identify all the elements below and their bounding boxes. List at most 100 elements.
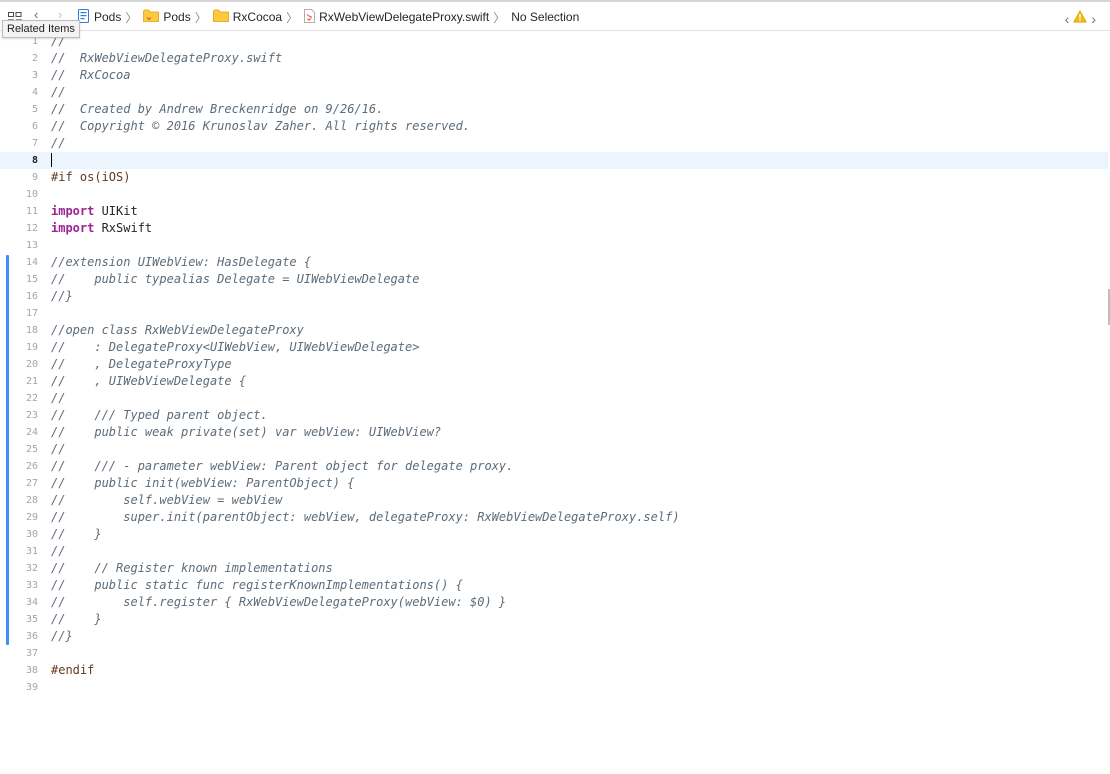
- code-text: // self.register { RxWebViewDelegateProx…: [51, 594, 506, 611]
- code-text: //: [51, 84, 65, 101]
- code-line[interactable]: 7 //: [0, 135, 1108, 152]
- breadcrumb-label: RxWebViewDelegateProxy.swift: [319, 10, 490, 24]
- code-token-comment: // RxCocoa: [51, 68, 131, 82]
- code-line[interactable]: 26 // /// - parameter webView: Parent obj…: [0, 458, 1108, 475]
- code-token-directive: #if os(iOS): [51, 170, 131, 184]
- code-text: // , UIWebViewDelegate {: [51, 373, 246, 390]
- code-line[interactable]: 38 #endif: [0, 662, 1108, 679]
- line-number: 24: [25, 427, 38, 438]
- line-number: 37: [25, 648, 38, 659]
- code-text: //: [51, 390, 65, 407]
- line-number: 19: [25, 342, 38, 353]
- code-token-comment: // : DelegateProxy<UIWebView, UIWebViewD…: [51, 340, 420, 354]
- code-line[interactable]: 11 import UIKit: [0, 203, 1108, 220]
- code-line[interactable]: 13: [0, 237, 1108, 254]
- code-line[interactable]: 32 // // Register known implementations: [0, 560, 1108, 577]
- next-issue-chevron-icon[interactable]: ›: [1091, 12, 1096, 26]
- code-line[interactable]: 18 //open class RxWebViewDelegateProxy: [0, 322, 1108, 339]
- code-line[interactable]: 21 // , UIWebViewDelegate {: [0, 373, 1108, 390]
- code-line[interactable]: 19 // : DelegateProxy<UIWebView, UIWebVie…: [0, 339, 1108, 356]
- code-text: // : DelegateProxy<UIWebView, UIWebViewD…: [51, 339, 419, 356]
- issue-navigation: ‹ ›: [1065, 10, 1096, 28]
- code-line[interactable]: 23 // /// Typed parent object.: [0, 407, 1108, 424]
- code-token-comment: // public static func registerKnownImple…: [51, 578, 463, 592]
- related-items-tooltip: Related Items: [2, 20, 80, 38]
- line-number: 2: [31, 53, 38, 64]
- code-text: // super.init(parentObject: webView, del…: [51, 509, 680, 526]
- code-line[interactable]: 16 //}: [0, 288, 1108, 305]
- line-number: 9: [31, 172, 38, 183]
- text-cursor: [51, 153, 52, 167]
- breadcrumb-no-selection[interactable]: No Selection: [511, 10, 579, 24]
- code-line[interactable]: 4 //: [0, 84, 1108, 101]
- code-line[interactable]: 30 // }: [0, 526, 1108, 543]
- code-line[interactable]: 24 // public weak private(set) var webVie…: [0, 424, 1108, 441]
- code-text: // // Register known implementations: [51, 560, 333, 577]
- code-line[interactable]: 35 // }: [0, 611, 1108, 628]
- code-line[interactable]: 36 //}: [0, 628, 1108, 645]
- code-line[interactable]: 28 // self.webView = webView: [0, 492, 1108, 509]
- code-line[interactable]: 5 // Created by Andrew Breckenridge on 9/…: [0, 101, 1108, 118]
- breadcrumb-swift-file[interactable]: RxWebViewDelegateProxy.swift: [304, 8, 490, 26]
- breadcrumb-label: RxCocoa: [232, 10, 283, 24]
- code-line[interactable]: 12 import RxSwift: [0, 220, 1108, 237]
- code-line[interactable]: 6 // Copyright © 2016 Krunoslav Zaher. Al…: [0, 118, 1108, 135]
- breadcrumb-pods-project[interactable]: Pods: [78, 8, 121, 26]
- code-line[interactable]: 29 // super.init(parentObject: webView, d…: [0, 509, 1108, 526]
- code-text: // public init(webView: ParentObject) {: [51, 475, 354, 492]
- code-line[interactable]: 22 //: [0, 390, 1108, 407]
- code-line[interactable]: 8: [0, 152, 1108, 169]
- code-line[interactable]: 31 //: [0, 543, 1108, 560]
- line-number: 3: [31, 70, 38, 81]
- code-line[interactable]: 25 //: [0, 441, 1108, 458]
- related-items-icon[interactable]: [8, 9, 22, 21]
- code-line[interactable]: 39: [0, 679, 1108, 696]
- code-text: // Created by Andrew Breckenridge on 9/2…: [51, 101, 383, 118]
- line-number: 10: [25, 189, 38, 200]
- code-token-comment: // Copyright © 2016 Krunoslav Zaher. All…: [51, 119, 471, 133]
- jump-bar: ‹ › Pods 〉 Pods 〉 RxCocoa 〉 RxWebViewDel…: [0, 2, 1110, 31]
- code-line[interactable]: 10: [0, 186, 1108, 203]
- warning-icon[interactable]: [1073, 10, 1088, 28]
- code-text: //open class RxWebViewDelegateProxy: [51, 322, 304, 339]
- code-line[interactable]: 15 // public typealias Delegate = UIWebVi…: [0, 271, 1108, 288]
- code-line[interactable]: 33 // public static func registerKnownImp…: [0, 577, 1108, 594]
- breadcrumb-label: No Selection: [511, 10, 580, 24]
- code-line[interactable]: 27 // public init(webView: ParentObject) …: [0, 475, 1108, 492]
- code-token-comment: // Created by Andrew Breckenridge on 9/2…: [51, 102, 384, 116]
- breadcrumb-pods-folder[interactable]: Pods: [143, 9, 191, 25]
- code-text: // /// Typed parent object.: [51, 407, 268, 424]
- code-line[interactable]: 2 // RxWebViewDelegateProxy.swift: [0, 50, 1108, 67]
- line-number: 18: [25, 325, 38, 336]
- code-token-keyword: import: [51, 204, 95, 218]
- line-number: 6: [31, 121, 38, 132]
- code-text: #if os(iOS): [51, 169, 130, 186]
- line-number: 4: [31, 87, 38, 98]
- code-line[interactable]: 9 #if os(iOS): [0, 169, 1108, 186]
- breadcrumb-rxcocoa-folder[interactable]: RxCocoa: [212, 9, 283, 25]
- code-token-comment: // , DelegateProxyType: [51, 357, 232, 371]
- code-line[interactable]: 14 //extension UIWebView: HasDelegate {: [0, 254, 1108, 271]
- code-line[interactable]: 1//: [0, 33, 1108, 50]
- code-text: //}: [51, 288, 73, 305]
- source-editor[interactable]: 1// 2 // RxWebViewDelegateProxy.swift 3 // R…: [0, 31, 1110, 774]
- code-token-directive: #endif: [51, 663, 95, 677]
- code-token-comment: //: [51, 391, 66, 405]
- code-text: // public typealias Delegate = UIWebView…: [51, 271, 419, 288]
- line-number: 36: [25, 631, 38, 642]
- code-text: // public weak private(set) var webView:…: [51, 424, 441, 441]
- code-line[interactable]: 34 // self.register { RxWebViewDelegatePr…: [0, 594, 1108, 611]
- code-line[interactable]: 17: [0, 305, 1108, 322]
- previous-issue-chevron-icon[interactable]: ‹: [1065, 12, 1070, 26]
- code-token-plain: UIKit: [94, 204, 138, 218]
- code-line[interactable]: 37: [0, 645, 1108, 662]
- code-text: // Copyright © 2016 Krunoslav Zaher. All…: [51, 118, 470, 135]
- code-line[interactable]: 3 // RxCocoa: [0, 67, 1108, 84]
- code-token-comment: // self.register { RxWebViewDelegateProx…: [51, 595, 507, 609]
- code-token-keyword: import: [51, 221, 95, 235]
- code-text: //: [51, 543, 65, 560]
- code-line[interactable]: 20 // , DelegateProxyType: [0, 356, 1108, 373]
- folder-icon: [212, 9, 229, 25]
- swift-file-icon: [304, 8, 316, 26]
- code-token-comment: // self.webView = webView: [51, 493, 283, 507]
